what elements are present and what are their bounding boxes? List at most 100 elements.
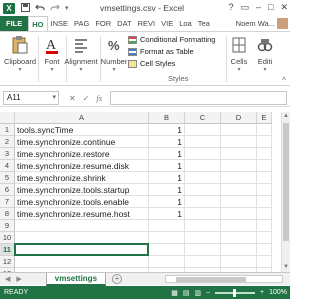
row-header[interactable]: 10 [0, 232, 15, 244]
cell-e11[interactable] [257, 244, 272, 256]
font-button[interactable]: A Font ▾ [40, 35, 64, 73]
zoom-slider-knob[interactable] [233, 288, 236, 297]
normal-view-icon[interactable]: ▦ [171, 289, 178, 297]
cell-e7[interactable] [257, 196, 272, 208]
cancel-icon[interactable]: ✕ [69, 94, 76, 103]
ribbon-display-button[interactable]: ▭ [240, 2, 249, 13]
cell-b3[interactable]: 1 [149, 148, 185, 160]
row-header[interactable]: 2 [0, 136, 15, 148]
cell-d4[interactable] [221, 160, 257, 172]
cell-a1[interactable]: tools.syncTime [15, 124, 149, 136]
tab-file[interactable]: FILE [0, 16, 29, 31]
minimize-button[interactable]: – [256, 2, 261, 13]
column-header-c[interactable]: C [185, 112, 221, 124]
row-header[interactable]: 7 [0, 196, 15, 208]
cell-c5[interactable] [185, 172, 221, 184]
cell-e4[interactable] [257, 160, 272, 172]
cell-b10[interactable] [149, 232, 185, 244]
cell-c10[interactable] [185, 232, 221, 244]
cell-a2[interactable]: time.synchronize.continue [15, 136, 149, 148]
row-header[interactable]: 12 [0, 256, 15, 268]
help-button[interactable]: ? [228, 2, 233, 13]
scroll-up-icon[interactable]: ▲ [282, 112, 290, 121]
customize-qat-icon[interactable]: ▾ [65, 4, 69, 12]
cell-a9[interactable] [15, 220, 149, 232]
cell-c4[interactable] [185, 160, 221, 172]
cell-a6[interactable]: time.synchronize.tools.startup [15, 184, 149, 196]
select-all-corner[interactable] [0, 112, 15, 124]
cell-c8[interactable] [185, 208, 221, 220]
cell-e9[interactable] [257, 220, 272, 232]
tab-page-layout[interactable]: PAG [71, 16, 92, 31]
row-header[interactable]: 1 [0, 124, 15, 136]
cell-e5[interactable] [257, 172, 272, 184]
tab-review[interactable]: REVI [135, 16, 159, 31]
cell-c6[interactable] [185, 184, 221, 196]
cell-a3[interactable]: time.synchronize.restore [15, 148, 149, 160]
page-break-view-icon[interactable]: ▥ [194, 289, 201, 297]
row-header[interactable]: 9 [0, 220, 15, 232]
zoom-out-button[interactable]: – [206, 289, 210, 296]
tab-load-test[interactable]: Loa [176, 16, 195, 31]
cell-b6[interactable]: 1 [149, 184, 185, 196]
cell-d10[interactable] [221, 232, 257, 244]
column-header-a[interactable]: A [15, 112, 149, 124]
number-button[interactable]: % Number ▾ [100, 35, 128, 73]
tab-data[interactable]: DAT [114, 16, 134, 31]
cell-a5[interactable]: time.synchronize.shrink [15, 172, 149, 184]
sheet-tab-vmsettings[interactable]: vmsettings [45, 272, 107, 286]
cell-b8[interactable]: 1 [149, 208, 185, 220]
cell-a12[interactable] [15, 256, 149, 268]
cell-b1[interactable]: 1 [149, 124, 185, 136]
chevron-down-icon[interactable]: ▾ [52, 92, 56, 104]
cell-c2[interactable] [185, 136, 221, 148]
horizontal-scroll-thumb[interactable] [176, 277, 246, 282]
cell-e3[interactable] [257, 148, 272, 160]
tab-home[interactable]: HO [28, 16, 48, 31]
cell-d6[interactable] [221, 184, 257, 196]
cell-d3[interactable] [221, 148, 257, 160]
zoom-in-button[interactable]: + [260, 289, 264, 296]
cell-b12[interactable] [149, 256, 185, 268]
editing-button[interactable]: Editi ▾ [252, 35, 278, 73]
maximize-button[interactable]: □ [268, 2, 273, 13]
row-header[interactable]: 5 [0, 172, 15, 184]
cell-d9[interactable] [221, 220, 257, 232]
sheet-prev-icon[interactable]: ◀ [5, 275, 10, 283]
close-button[interactable]: ✕ [280, 2, 288, 13]
row-header[interactable]: 11 [0, 244, 15, 256]
scroll-down-icon[interactable]: ▼ [282, 263, 290, 272]
cell-b5[interactable]: 1 [149, 172, 185, 184]
redo-icon[interactable] [50, 3, 60, 14]
collapse-ribbon-icon[interactable]: ^ [282, 76, 286, 85]
cell-b2[interactable]: 1 [149, 136, 185, 148]
cell-e6[interactable] [257, 184, 272, 196]
cell-e8[interactable] [257, 208, 272, 220]
undo-icon[interactable] [35, 3, 45, 14]
tab-view[interactable]: VIE [158, 16, 176, 31]
cell-d11[interactable] [221, 244, 257, 256]
cell-a7[interactable]: time.synchronize.tools.enable [15, 196, 149, 208]
cell-c1[interactable] [185, 124, 221, 136]
row-header[interactable]: 3 [0, 148, 15, 160]
formula-input[interactable] [110, 91, 287, 105]
cell-c12[interactable] [185, 256, 221, 268]
cell-a4[interactable]: time.synchronize.resume.disk [15, 160, 149, 172]
tab-insert[interactable]: INSE [48, 16, 72, 31]
sheet-next-icon[interactable]: ▶ [16, 275, 21, 283]
cell-b4[interactable]: 1 [149, 160, 185, 172]
page-layout-view-icon[interactable]: ▤ [183, 289, 190, 297]
cell-d2[interactable] [221, 136, 257, 148]
save-icon[interactable] [21, 2, 30, 14]
column-header-d[interactable]: D [221, 112, 257, 124]
cell-e1[interactable] [257, 124, 272, 136]
cell-c3[interactable] [185, 148, 221, 160]
cell-b9[interactable] [149, 220, 185, 232]
cell-styles-button[interactable]: Cell Styles [128, 58, 215, 70]
enter-icon[interactable]: ✓ [83, 94, 90, 103]
cell-d7[interactable] [221, 196, 257, 208]
zoom-level[interactable]: 100% [269, 289, 287, 296]
cell-c11[interactable] [185, 244, 221, 256]
cell-d5[interactable] [221, 172, 257, 184]
cell-e12[interactable] [257, 256, 272, 268]
